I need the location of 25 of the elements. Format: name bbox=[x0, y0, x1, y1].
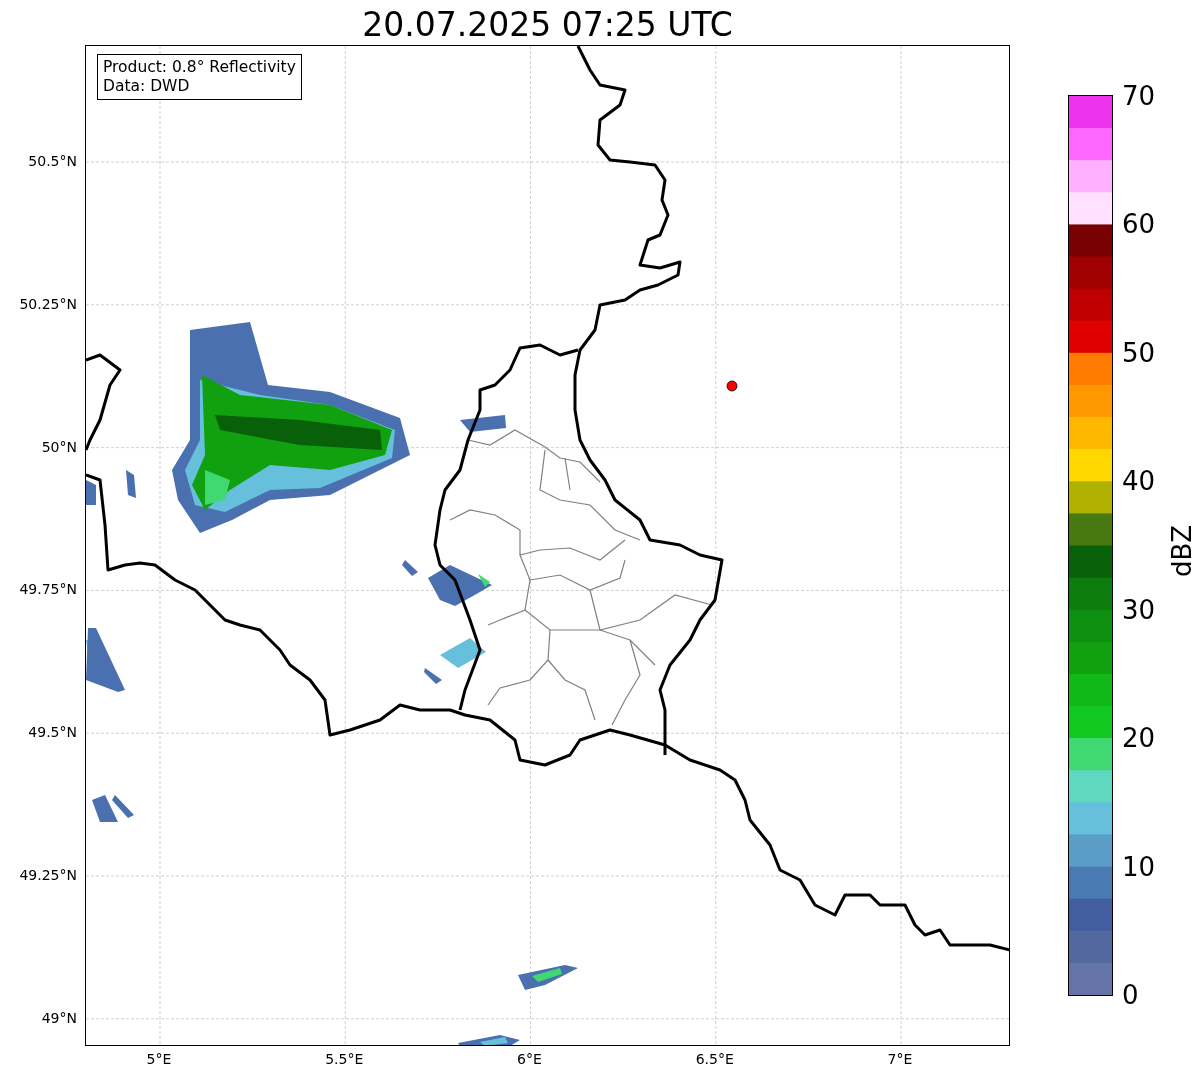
axis-tick-label: 50°N bbox=[41, 438, 77, 455]
colorbar-tick-label: 10 bbox=[1122, 851, 1156, 882]
axis-tick-label: 7°E bbox=[887, 1051, 913, 1067]
location-marker-icon bbox=[726, 380, 738, 392]
colorbar-tick-label: 30 bbox=[1122, 594, 1156, 625]
colorbar-tick-label: 20 bbox=[1122, 723, 1156, 754]
axis-tick-label: 5.5°E bbox=[325, 1051, 364, 1067]
axis-tick-label: 49.75°N bbox=[19, 581, 77, 598]
colorbar-tick-label: 50 bbox=[1122, 337, 1156, 368]
colorbar-tick-label: 0 bbox=[1122, 980, 1139, 1010]
axis-tick-label: 50.25°N bbox=[19, 295, 77, 312]
axis-tick-label: 6°E bbox=[517, 1051, 542, 1067]
colorbar-tick-label: 40 bbox=[1122, 466, 1156, 497]
colorbar-label: dBZ bbox=[1167, 523, 1197, 577]
axis-tick-label: 6.5°E bbox=[695, 1051, 734, 1067]
colorbar-tick-label: 70 bbox=[1122, 81, 1156, 111]
axis-tick-label: 5°E bbox=[146, 1051, 172, 1067]
chart-title: 20.07.2025 07:25 UTC bbox=[361, 4, 734, 45]
axis-tick-label: 49.5°N bbox=[28, 724, 77, 741]
axis-tick-label: 49.25°N bbox=[19, 867, 77, 883]
info-text: Data: DWD bbox=[103, 77, 191, 96]
axis-tick-label: 49°N bbox=[41, 1009, 77, 1026]
axis-tick-label: 50.5°N bbox=[28, 153, 77, 169]
colorbar-tick-label: 60 bbox=[1122, 209, 1156, 240]
info-text: Product: 0.8° Reflectivity bbox=[103, 58, 296, 77]
